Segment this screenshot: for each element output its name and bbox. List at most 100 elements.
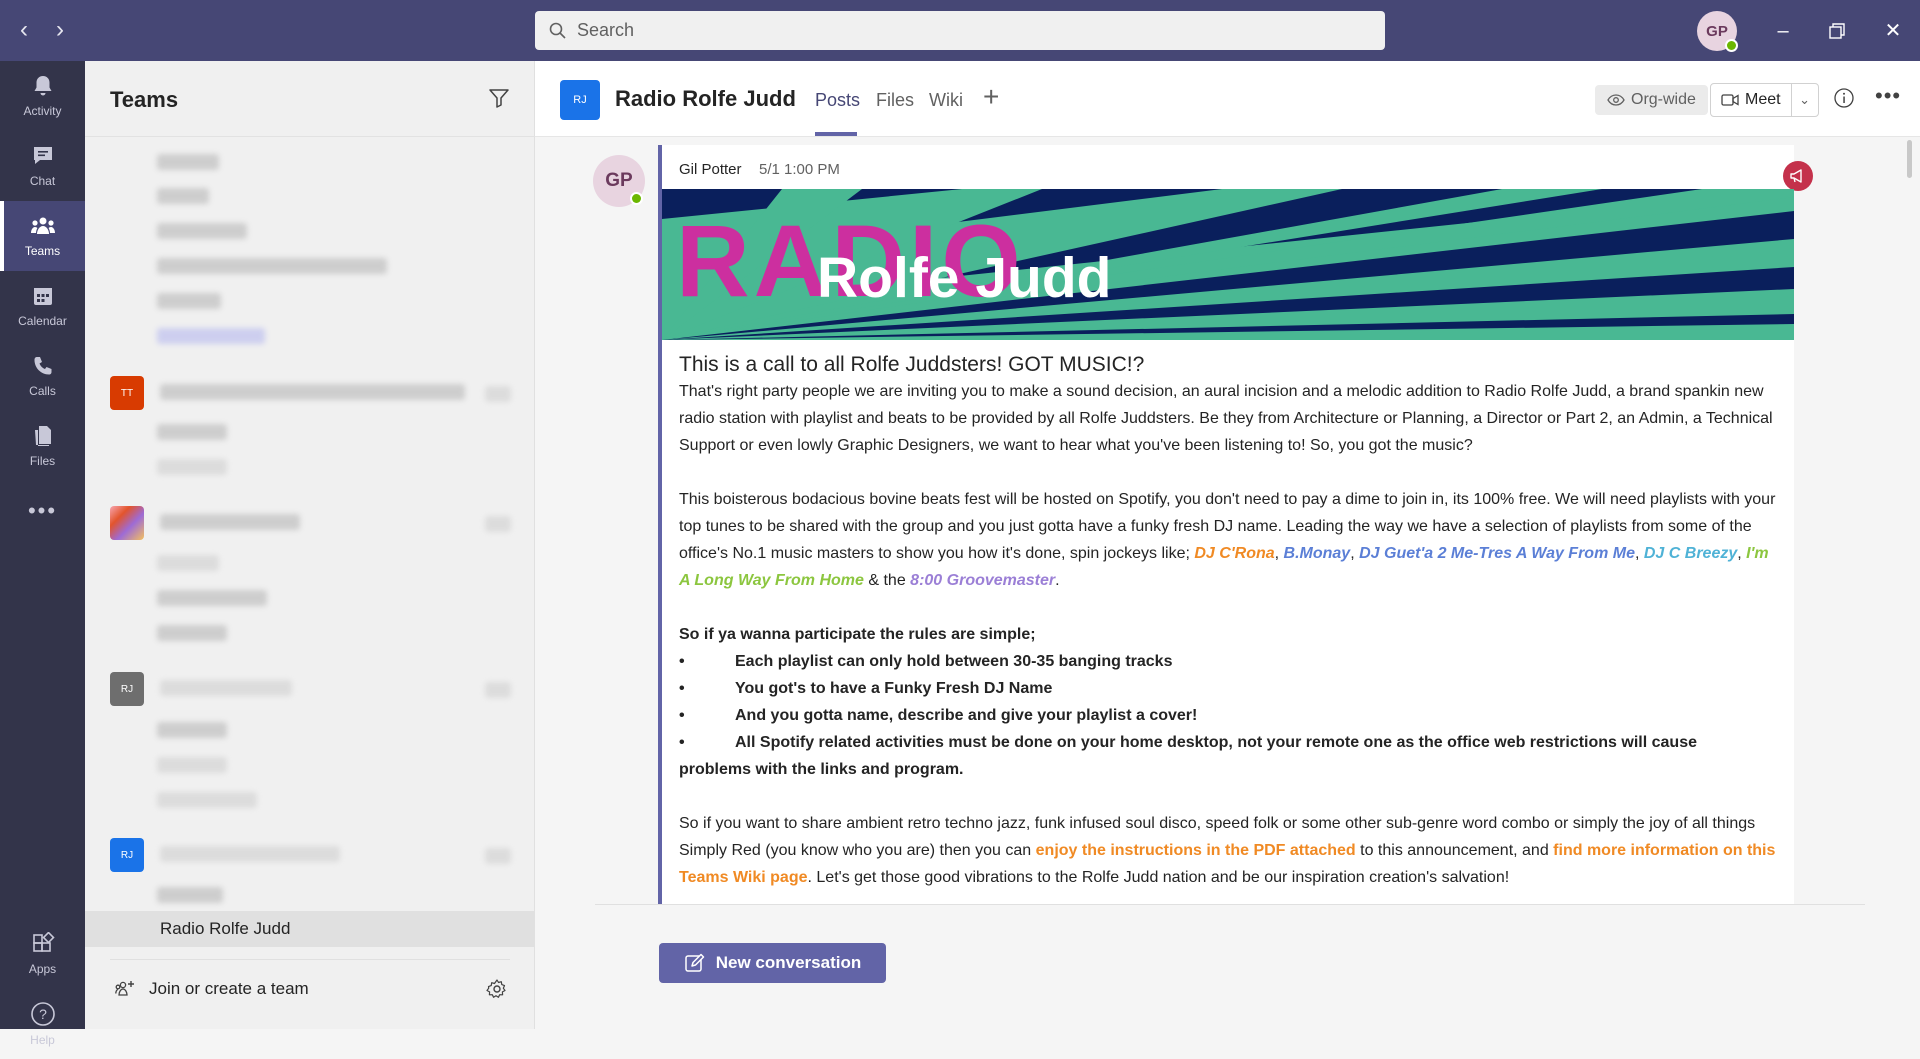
- meet-label: Meet: [1745, 91, 1781, 108]
- calendar-icon: [33, 288, 52, 305]
- redacted-channel[interactable]: [157, 555, 219, 571]
- redacted-channel[interactable]: [157, 887, 223, 903]
- teams-panel: Teams TT RJ RJ Radio Rolfe Judd Join or …: [85, 61, 535, 1029]
- rail-activity[interactable]: Activity: [0, 61, 85, 131]
- svg-text:?: ?: [39, 1006, 47, 1022]
- rail-teams[interactable]: Teams: [0, 201, 85, 271]
- redacted-team-name[interactable]: [160, 680, 292, 696]
- minimize-icon[interactable]: –: [1768, 16, 1798, 46]
- redacted-channel[interactable]: [157, 258, 387, 274]
- banner-rolfe-judd-text: Rolfe Judd: [817, 246, 1112, 310]
- presence-available-icon: [1725, 39, 1738, 52]
- dj-playlist-link[interactable]: DJ C'Rona: [1194, 545, 1274, 562]
- filter-icon[interactable]: [488, 87, 510, 114]
- apps-icon: [32, 932, 55, 952]
- org-wide-badge[interactable]: Org-wide: [1595, 85, 1708, 115]
- redacted-team-name[interactable]: [160, 846, 340, 862]
- close-icon[interactable]: ✕: [1878, 16, 1908, 46]
- restore-icon[interactable]: [1822, 16, 1852, 46]
- join-label: Join or create a team: [149, 979, 309, 998]
- team-more-icon[interactable]: [485, 848, 511, 864]
- post-author[interactable]: Gil Potter: [679, 161, 742, 178]
- app-rail: Activity Chat Teams Calendar Calls Files…: [0, 61, 85, 1047]
- add-tab-icon[interactable]: +: [983, 81, 999, 113]
- tab-wiki[interactable]: Wiki: [929, 90, 963, 111]
- footer-divider: [110, 959, 510, 960]
- feed-scrollbar[interactable]: [1907, 140, 1912, 178]
- rail-help[interactable]: ? Help: [0, 989, 85, 1059]
- redacted-channel[interactable]: [157, 293, 221, 309]
- compose-icon: [685, 953, 704, 972]
- dj-playlist-link[interactable]: DJ C Breezy: [1644, 545, 1737, 562]
- rule-text-continued: problems with the links and program.: [679, 761, 964, 778]
- search-bar[interactable]: [535, 11, 1385, 50]
- user-avatar[interactable]: GP: [1697, 11, 1738, 52]
- author-avatar[interactable]: GP: [593, 155, 645, 207]
- redacted-channel[interactable]: [157, 590, 267, 606]
- post-timestamp: 5/1 1:00 PM: [759, 161, 840, 178]
- rail-calendar[interactable]: Calendar: [0, 271, 85, 341]
- paragraph-closing: So if you want to share ambient retro te…: [679, 810, 1779, 891]
- video-camera-icon: [1721, 94, 1739, 106]
- team-more-icon[interactable]: [485, 682, 511, 698]
- redacted-channel[interactable]: [157, 424, 227, 440]
- gear-icon[interactable]: [486, 978, 508, 1005]
- redacted-team-name[interactable]: [160, 514, 300, 530]
- redacted-channel[interactable]: [157, 459, 227, 475]
- rail-apps[interactable]: Apps: [0, 919, 85, 989]
- team-tile-image[interactable]: [110, 506, 144, 540]
- forward-icon[interactable]: ›: [46, 16, 74, 44]
- dj-playlist-link[interactable]: 8:00 Groovemaster: [910, 572, 1055, 589]
- redacted-channel[interactable]: [157, 154, 219, 170]
- channel-header: RJ Radio Rolfe Judd Posts Files Wiki + O…: [535, 61, 1920, 137]
- info-icon[interactable]: [1833, 87, 1855, 114]
- channel-label: Radio Rolfe Judd: [160, 919, 291, 938]
- closing-text-b: to this announcement, and: [1360, 842, 1549, 859]
- rail-files[interactable]: Files: [0, 411, 85, 481]
- redacted-channel[interactable]: [157, 223, 247, 239]
- rail-files-label: Files: [29, 454, 56, 468]
- redacted-channel[interactable]: [157, 792, 257, 808]
- more-options-icon[interactable]: •••: [1875, 83, 1901, 109]
- dj-playlist-link[interactable]: B.Monay: [1284, 545, 1351, 562]
- redacted-channel[interactable]: [157, 722, 227, 738]
- chevron-down-icon[interactable]: ⌄: [1792, 92, 1818, 108]
- rule-text: Each playlist can only hold between 30-3…: [735, 653, 1173, 670]
- more-apps-icon[interactable]: •••: [0, 481, 85, 541]
- ampersand-text: & the: [868, 572, 906, 589]
- tab-files[interactable]: Files: [876, 90, 914, 111]
- rail-chat[interactable]: Chat: [0, 131, 85, 201]
- team-more-icon[interactable]: [485, 516, 511, 532]
- new-conversation-button[interactable]: New conversation: [659, 943, 886, 983]
- team-more-icon[interactable]: [485, 386, 511, 402]
- rule-bullet: • All Spotify related activities must be …: [679, 729, 1779, 756]
- pdf-instructions-link[interactable]: enjoy the instructions in the PDF attach…: [1036, 842, 1356, 859]
- redacted-channel[interactable]: [157, 188, 209, 204]
- panel-divider: [85, 136, 535, 137]
- redacted-channel[interactable]: [157, 757, 227, 773]
- redacted-team-name[interactable]: [160, 384, 465, 400]
- announcement-post: Gil Potter 5/1 1:00 PM RADIO Rolfe Judd …: [658, 145, 1813, 905]
- post-heading: This is a call to all Rolfe Juddsters! G…: [679, 353, 1145, 376]
- tab-posts[interactable]: Posts: [815, 90, 860, 111]
- rule-text: And you gotta name, describe and give yo…: [735, 707, 1198, 724]
- presence-available-icon: [630, 192, 643, 205]
- team-tile[interactable]: RJ: [110, 838, 144, 872]
- team-tile[interactable]: TT: [110, 376, 144, 410]
- meet-button[interactable]: Meet ⌄: [1710, 83, 1819, 117]
- redacted-hidden-channels[interactable]: [157, 328, 265, 344]
- rail-calls[interactable]: Calls: [0, 341, 85, 411]
- teams-icon: [30, 217, 55, 234]
- active-tab-indicator: [815, 132, 857, 136]
- dj-playlist-link[interactable]: DJ Guet'a 2 Me-Tres A Way From Me: [1359, 545, 1635, 562]
- rule-text: You got's to have a Funky Fresh DJ Name: [735, 680, 1053, 697]
- rail-teams-label: Teams: [24, 244, 61, 258]
- rules-intro-text: So if ya wanna participate the rules are…: [679, 626, 1036, 643]
- join-or-create-team[interactable]: Join or create a team: [115, 978, 309, 1000]
- rule-text: All Spotify related activities must be d…: [735, 734, 1697, 751]
- back-icon[interactable]: ‹: [10, 16, 38, 44]
- search-input[interactable]: [577, 20, 1357, 41]
- team-tile[interactable]: RJ: [110, 672, 144, 706]
- channel-radio-rolfe-judd[interactable]: Radio Rolfe Judd: [85, 911, 535, 947]
- redacted-channel[interactable]: [157, 625, 227, 641]
